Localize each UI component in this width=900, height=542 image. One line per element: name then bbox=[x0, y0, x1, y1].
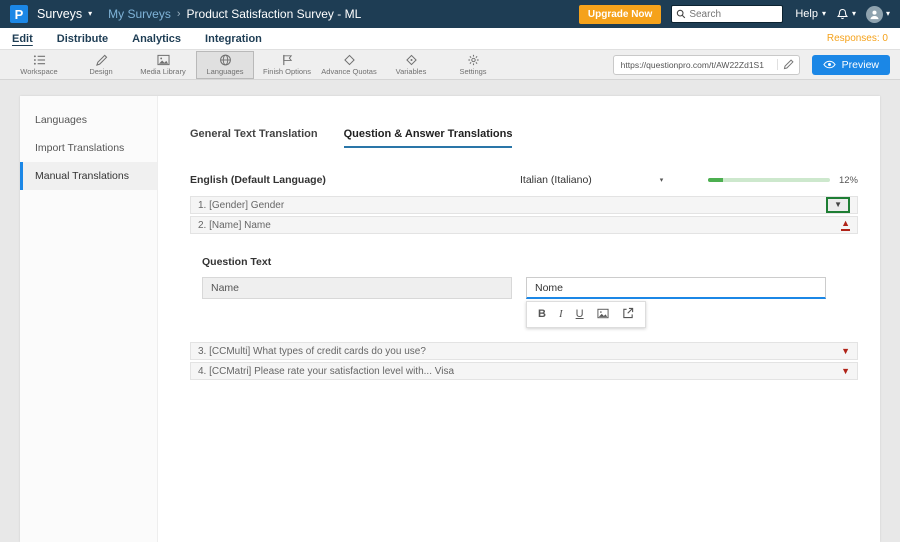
section-nav: Edit Distribute Analytics Integration Re… bbox=[0, 28, 900, 50]
nav-item-integration[interactable]: Integration bbox=[205, 33, 262, 45]
finish-options-icon bbox=[281, 54, 294, 66]
target-language-dropdown[interactable]: Italian (Italiano) ▾ bbox=[520, 174, 708, 186]
toolbar-item-finish-options[interactable]: Finish Options bbox=[258, 51, 316, 79]
sidebar-item-import-translations[interactable]: Import Translations bbox=[20, 134, 157, 162]
question-label: 1. [Gender] Gender bbox=[198, 199, 285, 211]
source-language-label: English (Default Language) bbox=[190, 174, 326, 186]
design-icon bbox=[95, 54, 108, 66]
toolbar-item-advance-quotas[interactable]: Advance Quotas bbox=[320, 51, 378, 79]
tab-general-text-translation[interactable]: General Text Translation bbox=[190, 128, 318, 148]
search-input[interactable] bbox=[689, 8, 779, 20]
workspace-icon bbox=[33, 54, 46, 66]
chevron-down-icon: ▾ bbox=[885, 9, 890, 18]
preview-label: Preview bbox=[841, 58, 879, 71]
toolbar-item-design[interactable]: Design bbox=[72, 51, 130, 79]
target-language-label: Italian (Italiano) bbox=[520, 174, 592, 186]
translation-progress-bar bbox=[707, 178, 830, 182]
question-label: 4. [CCMatri] Please rate your satisfacti… bbox=[198, 365, 455, 377]
language-row: English (Default Language) Italian (Ital… bbox=[190, 174, 858, 186]
target-column: B I U bbox=[526, 277, 826, 328]
avatar bbox=[865, 5, 883, 23]
editor-inputs: B I U bbox=[202, 277, 846, 328]
question-list: 1. [Gender] Gender ▼ 2. [Name] Name ▲ Qu… bbox=[190, 196, 858, 380]
toolbar-item-workspace[interactable]: Workspace bbox=[10, 51, 68, 79]
breadcrumb-my-surveys[interactable]: My Surveys bbox=[108, 7, 171, 21]
question-translation-editor: Question Text B I U bbox=[190, 236, 858, 342]
surveys-menu-label: Surveys bbox=[37, 7, 83, 21]
chevron-down-icon: ▾ bbox=[851, 9, 856, 18]
responses-count: Responses: 0 bbox=[826, 33, 888, 44]
tab-question-answer-translations[interactable]: Question & Answer Translations bbox=[343, 128, 513, 148]
question-row-name[interactable]: 2. [Name] Name ▲ bbox=[190, 216, 858, 234]
breadcrumb-separator: › bbox=[176, 8, 181, 20]
edit-url-button[interactable] bbox=[776, 59, 794, 70]
survey-url-input[interactable] bbox=[620, 59, 773, 70]
translation-progress-fill bbox=[707, 178, 723, 182]
underline-button[interactable]: U bbox=[576, 309, 584, 320]
question-row-ccmatri[interactable]: 4. [CCMatri] Please rate your satisfacti… bbox=[190, 362, 858, 380]
account-menu[interactable]: ▾ bbox=[865, 5, 890, 23]
question-label: 3. [CCMulti] What types of credit cards … bbox=[198, 345, 426, 357]
chevron-down-icon: ▾ bbox=[659, 176, 664, 184]
translation-text-input[interactable] bbox=[526, 277, 826, 299]
bell-icon bbox=[836, 8, 849, 21]
help-menu[interactable]: Help ▾ bbox=[795, 8, 826, 20]
toolbar-item-media-library[interactable]: Media Library bbox=[134, 51, 192, 79]
help-label: Help bbox=[795, 8, 818, 20]
italic-button[interactable]: I bbox=[559, 309, 563, 320]
expand-question-button[interactable]: ▼ bbox=[841, 366, 850, 376]
global-search[interactable] bbox=[671, 5, 784, 23]
questionpro-logo[interactable]: P bbox=[10, 5, 28, 23]
expand-question-button-focused[interactable]: ▼ bbox=[826, 197, 850, 213]
advance-quotas-icon bbox=[343, 54, 356, 66]
formatting-toolbar: B I U bbox=[526, 301, 646, 328]
toolbar-item-languages[interactable]: Languages bbox=[196, 50, 254, 79]
survey-url-box bbox=[612, 54, 800, 75]
insert-link-button[interactable] bbox=[622, 307, 634, 322]
translation-tabs: General Text Translation Question & Answ… bbox=[190, 128, 858, 148]
survey-title: Product Satisfaction Survey - ML bbox=[186, 7, 362, 21]
notifications-menu[interactable]: ▾ bbox=[836, 8, 856, 21]
nav-item-edit[interactable]: Edit bbox=[12, 33, 33, 45]
toolbar-item-variables[interactable]: Variables bbox=[382, 51, 440, 79]
insert-image-button[interactable] bbox=[597, 308, 609, 322]
translations-sidebar: Languages Import Translations Manual Tra… bbox=[20, 96, 158, 542]
preview-button[interactable]: Preview bbox=[811, 54, 890, 75]
translations-card: Languages Import Translations Manual Tra… bbox=[20, 96, 880, 542]
search-icon bbox=[676, 9, 686, 19]
bold-button[interactable]: B bbox=[538, 309, 546, 320]
top-header: P Surveys ▾ My Surveys › Product Satisfa… bbox=[0, 0, 900, 28]
manual-translations-panel: General Text Translation Question & Answ… bbox=[158, 96, 880, 542]
breadcrumb: My Surveys › Product Satisfaction Survey… bbox=[108, 7, 361, 21]
collapse-question-button[interactable]: ▲ bbox=[841, 219, 850, 231]
translation-progress-percent: 12% bbox=[838, 174, 858, 186]
eye-icon bbox=[822, 60, 836, 69]
question-label: 2. [Name] Name bbox=[198, 219, 271, 231]
media-library-icon bbox=[156, 54, 170, 66]
edit-toolbar: Workspace Design Media Library Languages… bbox=[0, 50, 900, 80]
toolbar-item-settings[interactable]: Settings bbox=[444, 51, 502, 79]
sidebar-item-languages[interactable]: Languages bbox=[20, 106, 157, 134]
sidebar-item-manual-translations[interactable]: Manual Translations bbox=[20, 162, 157, 190]
expand-question-button[interactable]: ▼ bbox=[841, 346, 850, 356]
question-text-label: Question Text bbox=[202, 256, 272, 268]
variables-icon bbox=[405, 54, 418, 66]
upgrade-now-button[interactable]: Upgrade Now bbox=[578, 4, 662, 24]
source-text-input bbox=[202, 277, 512, 299]
languages-icon bbox=[219, 54, 232, 66]
content-area: Languages Import Translations Manual Tra… bbox=[0, 80, 900, 542]
chevron-down-icon: ▾ bbox=[88, 9, 93, 18]
surveys-product-menu[interactable]: Surveys ▾ bbox=[37, 7, 92, 21]
nav-item-distribute[interactable]: Distribute bbox=[57, 33, 108, 45]
question-row-gender[interactable]: 1. [Gender] Gender ▼ bbox=[190, 196, 858, 214]
chevron-down-icon: ▾ bbox=[821, 9, 826, 18]
nav-item-analytics[interactable]: Analytics bbox=[132, 33, 181, 45]
settings-icon bbox=[467, 54, 480, 66]
question-row-ccmulti[interactable]: 3. [CCMulti] What types of credit cards … bbox=[190, 342, 858, 360]
